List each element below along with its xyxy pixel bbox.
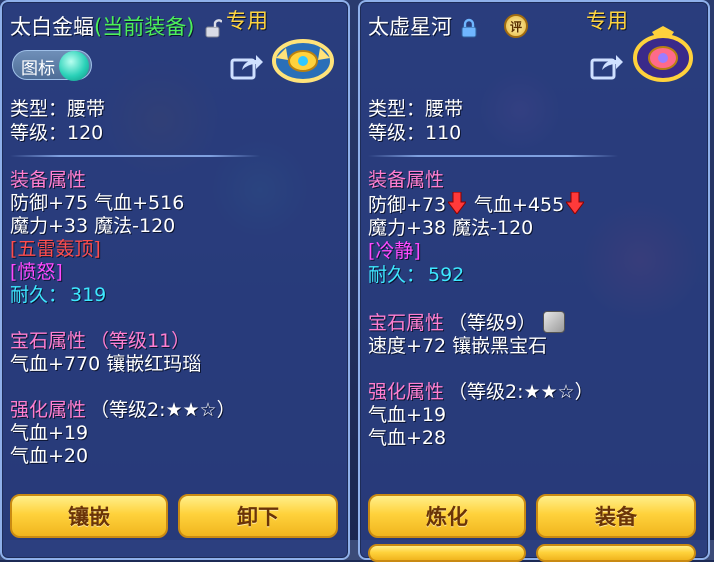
gem-stat-line: 速度+72 镶嵌黑宝石 (368, 335, 548, 357)
refine-button[interactable]: 炼化 (368, 494, 526, 538)
durability-label: 耐久： (10, 284, 68, 306)
gem-attr-header: 宝石属性 (368, 312, 445, 334)
icon-toggle-label: 图标 (21, 59, 55, 79)
item-type: 类型：腰带 (10, 98, 106, 120)
forge-level: （等级2:★★☆） (90, 399, 236, 421)
forge-stat-line: 气血+20 (10, 445, 89, 467)
item-level: 等级：120 (10, 122, 104, 144)
exclusive-label: 专用 (226, 9, 268, 33)
durability-value: 319 (70, 284, 107, 306)
item-type: 类型：腰带 (368, 98, 464, 120)
equipped-item-tooltip: 太白金蝠 (当前装备) 专用 图标 类型：腰带 等级：120 装备属性 防御+7… (0, 0, 350, 560)
equip-stat-defense: 防御+73 (368, 194, 447, 216)
partial-button[interactable] (368, 544, 526, 562)
lock-icon[interactable] (460, 18, 478, 38)
equip-attr-header: 装备属性 (368, 169, 445, 191)
inlay-button[interactable]: 镶嵌 (10, 494, 168, 538)
compare-item-tooltip: 太虚星河 评 专用 类型：腰带 等级：110 装备属性 防御+73 气血+455… (358, 0, 710, 562)
item-name: 太白金蝠 (10, 15, 94, 39)
belt-item-icon (272, 39, 334, 83)
gem-level: （等级11） (90, 330, 191, 352)
equip-button[interactable]: 装备 (536, 494, 696, 538)
special-skill: [愤怒] (10, 261, 63, 283)
forge-level: （等级2:★★☆） (448, 381, 594, 403)
belt-item-icon (633, 26, 693, 82)
item-level: 等级：110 (368, 122, 462, 144)
icon-toggle[interactable]: 图标 (12, 50, 92, 81)
forge-stat-line: 气血+19 (10, 422, 89, 444)
exclusive-label: 专用 (586, 9, 628, 33)
down-arrow-icon (448, 192, 466, 214)
gem-level: （等级9） (448, 312, 537, 334)
divider (368, 155, 618, 157)
gem-attr-header: 宝石属性 (10, 330, 87, 352)
equip-stat-line: 防御+75 气血+516 (10, 192, 185, 214)
equip-attr-header: 装备属性 (10, 169, 87, 191)
toggle-knob-icon (59, 51, 89, 81)
partial-button[interactable] (536, 544, 696, 562)
divider (10, 155, 260, 157)
special-skill: [五雷轰顶] (10, 238, 101, 260)
forge-attr-header: 强化属性 (10, 399, 87, 421)
durability-value: 592 (428, 264, 465, 286)
equip-stat-line: 魔力+38 魔法-120 (368, 217, 534, 239)
durability-label: 耐久： (368, 264, 426, 286)
share-icon[interactable] (590, 52, 624, 80)
share-icon[interactable] (230, 52, 264, 80)
equip-stat-hp: 气血+455 (474, 194, 565, 216)
unlock-icon[interactable] (204, 18, 222, 38)
equip-stat-line: 魔力+33 魔法-120 (10, 215, 176, 237)
rating-badge-icon[interactable]: 评 (504, 14, 528, 38)
forge-stat-line: 气血+28 (368, 427, 447, 449)
forge-attr-header: 强化属性 (368, 381, 445, 403)
item-name: 太虚星河 (368, 15, 452, 39)
down-arrow-icon (566, 192, 584, 214)
current-equip-status: (当前装备) (94, 15, 195, 39)
special-skill: [冷静] (368, 240, 421, 262)
unequip-button[interactable]: 卸下 (178, 494, 338, 538)
forge-stat-line: 气血+19 (368, 404, 447, 426)
gem-stat-line: 气血+770 镶嵌红玛瑙 (10, 353, 202, 375)
black-gem-icon (543, 311, 565, 333)
